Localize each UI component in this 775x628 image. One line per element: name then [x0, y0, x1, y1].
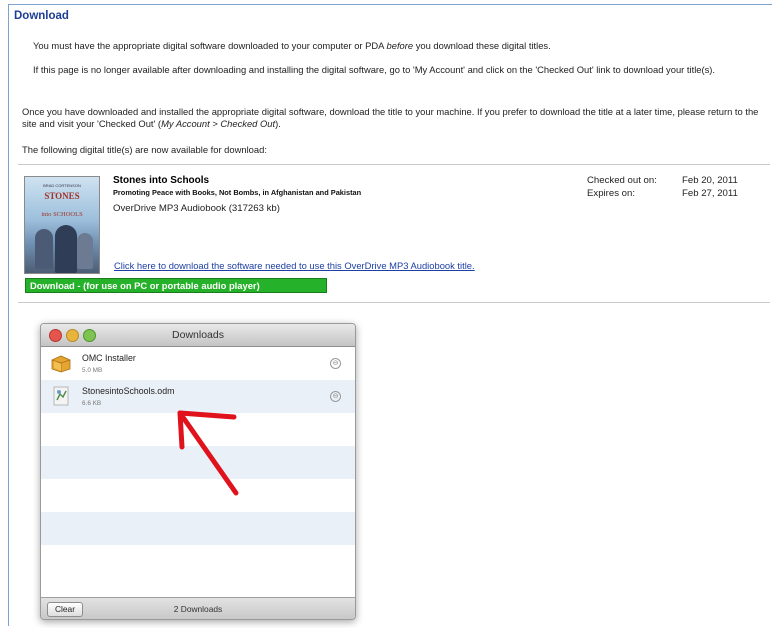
checked-out-date: Feb 20, 2011 [682, 175, 738, 186]
download-item[interactable]: OMC Installer 5.0 MB ⊖ [41, 347, 355, 380]
checked-out-label: Checked out on: [587, 175, 657, 186]
empty-row [41, 512, 355, 545]
checked-out-notice: If this page is no longer available afte… [33, 64, 716, 75]
software-download-link[interactable]: Click here to download the software need… [114, 260, 475, 271]
software-notice: You must have the appropriate digital so… [33, 40, 551, 51]
download-button[interactable]: Download - (for use on PC or portable au… [25, 278, 327, 293]
available-titles-label: The following digital title(s) are now a… [22, 144, 267, 155]
download-count: 2 Downloads [173, 604, 223, 614]
expires-date: Feb 27, 2011 [682, 188, 738, 199]
window-bottombar: Clear 2 Downloads [41, 597, 355, 619]
reveal-in-finder-icon[interactable]: ⊖ [330, 391, 341, 402]
download-item-size: 6.6 KB [82, 400, 102, 407]
book-cover: BRAD CORTENSON STONES into SCHOOLS [24, 176, 100, 274]
book-title: Stones into Schools [113, 175, 210, 186]
reveal-in-finder-icon[interactable]: ⊖ [330, 358, 341, 369]
divider-top [18, 164, 770, 165]
window-titlebar[interactable]: Downloads [41, 324, 355, 347]
window-title: Downloads [172, 329, 224, 341]
download-item-name: StonesintoSchools.odm [82, 386, 175, 396]
download-item-size: 5.0 MB [82, 367, 103, 374]
divider-bottom [18, 302, 770, 303]
page-heading: Download [14, 10, 69, 22]
expires-label: Expires on: [587, 188, 635, 199]
empty-row [41, 545, 355, 578]
download-instructions: Once you have downloaded and installed t… [22, 106, 759, 129]
download-item-name: OMC Installer [82, 353, 136, 363]
odm-file-icon [53, 386, 69, 406]
book-subtitle: Promoting Peace with Books, Not Bombs, i… [113, 188, 362, 197]
book-format: OverDrive MP3 Audiobook (317263 kb) [113, 203, 280, 214]
package-icon [51, 355, 71, 373]
annotation-arrow-icon [177, 410, 239, 496]
